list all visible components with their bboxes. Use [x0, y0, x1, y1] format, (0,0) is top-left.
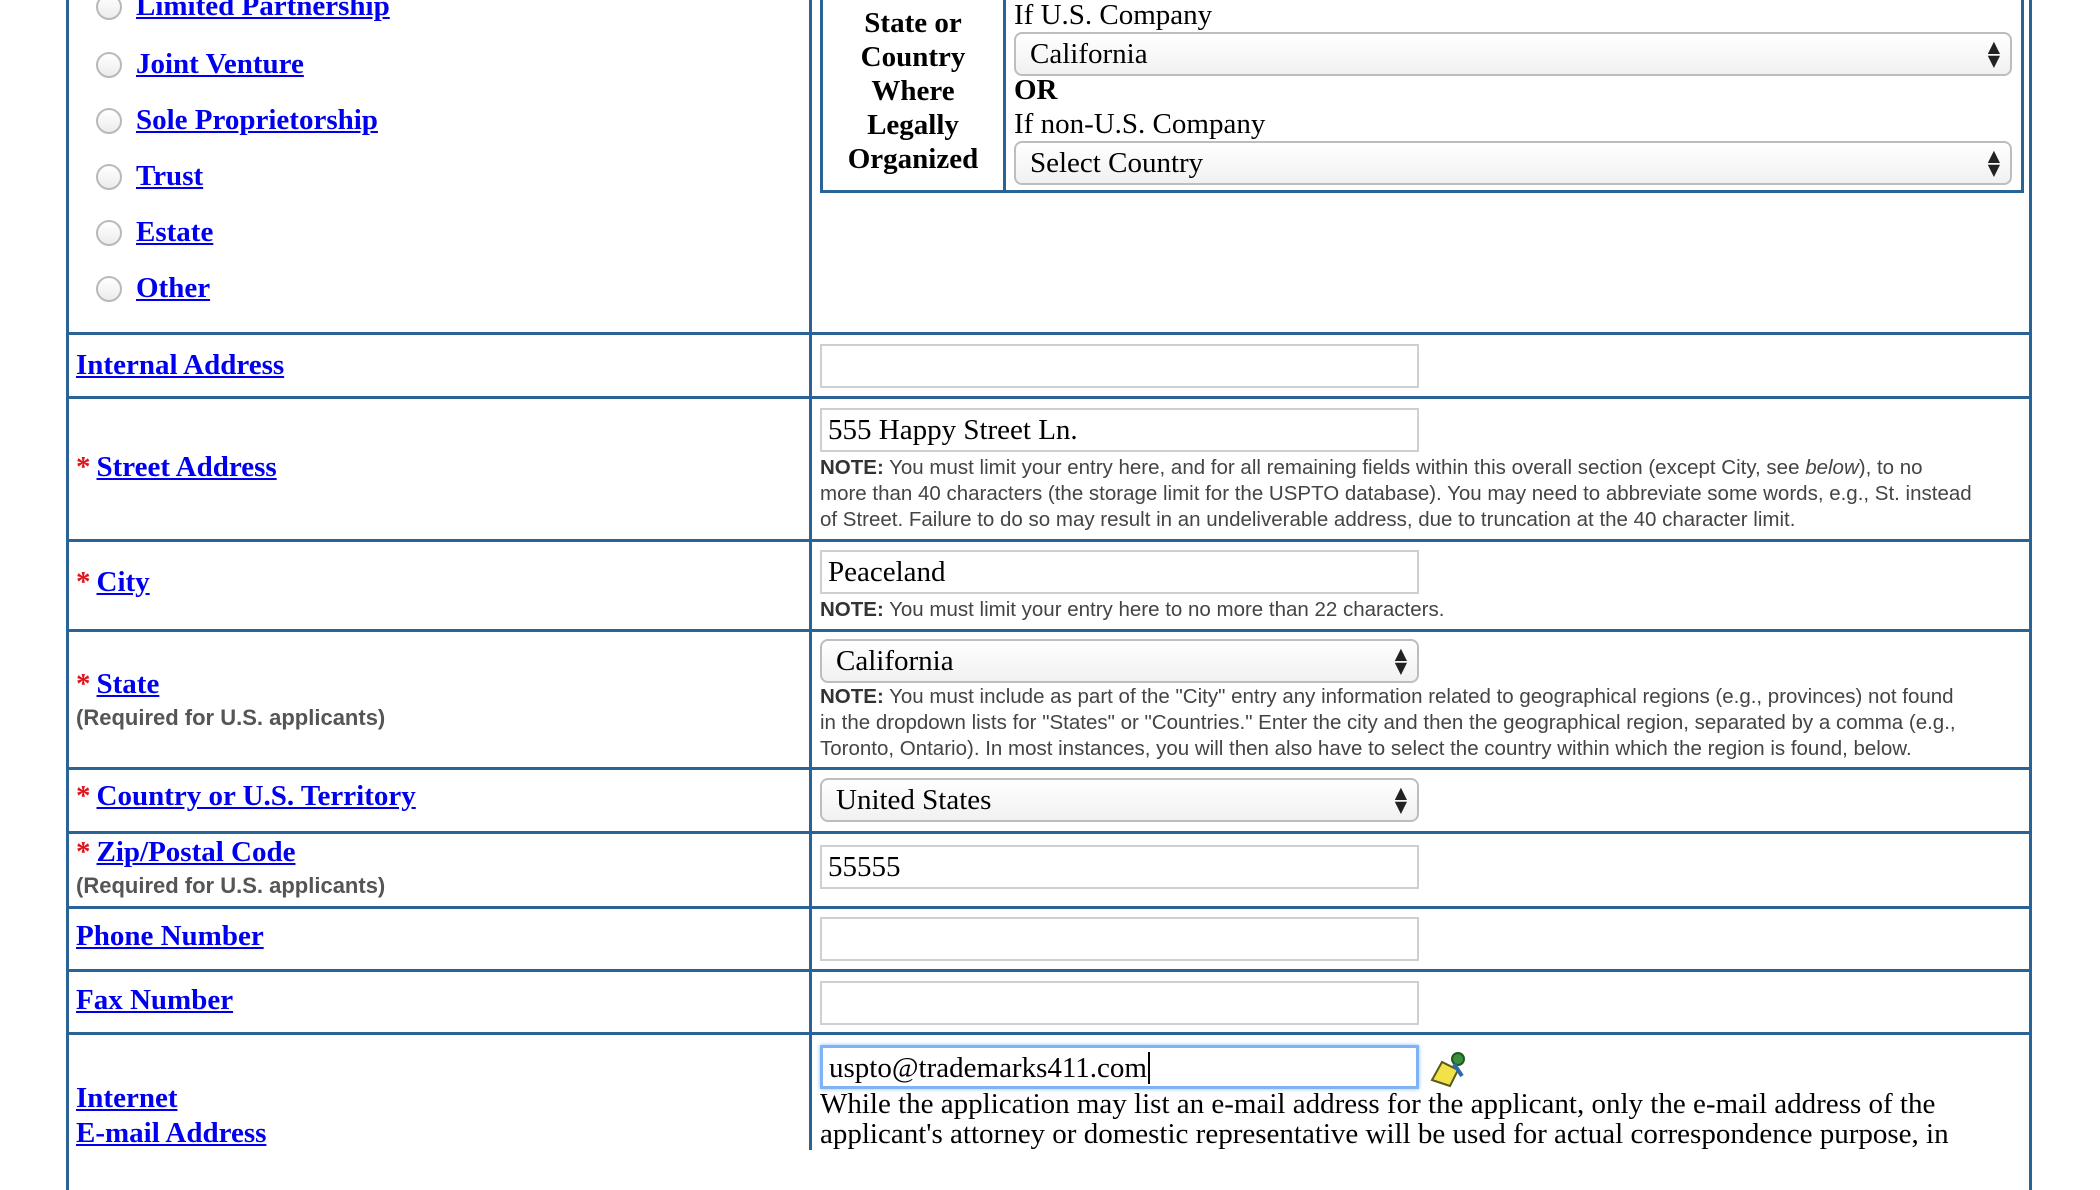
street-address-input[interactable]: 555 Happy Street Ln.: [820, 408, 1419, 452]
link-trust[interactable]: Trust: [136, 160, 203, 193]
note-prefix: NOTE:: [820, 685, 884, 708]
country-select-value: Select Country: [1030, 147, 1204, 179]
row-divider: [66, 629, 2032, 632]
required-marker: *: [76, 451, 91, 483]
country-territory-select[interactable]: United States ▲ ▼: [820, 778, 1419, 822]
country-label[interactable]: Country or U.S. Territory: [97, 780, 416, 812]
note-text: more than 40 characters (the storage lim…: [820, 482, 1972, 505]
required-marker: *: [76, 668, 91, 700]
country-territory-value: United States: [836, 784, 992, 816]
state-label[interactable]: State: [97, 668, 160, 700]
email-help-line: applicant's attorney or domestic represe…: [820, 1118, 1949, 1150]
city-label-group: * City: [76, 566, 150, 599]
state-select-value: California: [836, 645, 954, 677]
note-text: You must include as part of the "City" e…: [883, 685, 1954, 708]
or-label: OR: [1014, 74, 1058, 106]
email-label-line1[interactable]: Internet: [76, 1082, 177, 1114]
select-arrows-icon: ▲ ▼: [1987, 37, 2000, 70]
required-marker: *: [76, 780, 91, 812]
radio-joint-venture[interactable]: [96, 52, 122, 78]
non-us-company-label: If non-U.S. Company: [1014, 108, 1266, 140]
street-address-label-group: * Street Address: [76, 451, 277, 484]
row-divider: [66, 539, 2032, 542]
row-divider: [66, 831, 2032, 834]
radio-other[interactable]: [96, 276, 122, 302]
state-label-group: * State (Required for U.S. applicants): [76, 668, 385, 731]
country-label-group: * Country or U.S. Territory: [76, 780, 416, 813]
us-state-select[interactable]: California ▲ ▼: [1014, 32, 2012, 76]
city-input[interactable]: Peaceland: [820, 550, 1419, 594]
help-wizard-icon[interactable]: [1428, 1050, 1472, 1088]
legal-org-header-line: Organized: [847, 143, 979, 175]
email-help-text: While the application may list an e-mail…: [820, 1089, 2020, 1149]
note-emphasis: below: [1805, 456, 1859, 479]
note-prefix: NOTE:: [820, 598, 884, 621]
state-note: NOTE: You must include as part of the "C…: [820, 684, 2020, 762]
radio-sole-proprietorship[interactable]: [96, 108, 122, 134]
legal-org-header-line: Where: [871, 75, 955, 107]
required-marker: *: [76, 566, 91, 598]
link-joint-venture[interactable]: Joint Venture: [136, 48, 304, 81]
state-select[interactable]: California ▲ ▼: [820, 639, 1419, 683]
zip-required-note: (Required for U.S. applicants): [76, 873, 386, 898]
fax-input[interactable]: [820, 981, 1419, 1025]
email-value: uspto@trademarks411.com: [829, 1052, 1147, 1084]
note-text: You must limit your entry here to no mor…: [883, 598, 1445, 621]
legal-org-header-line: Legally: [867, 109, 959, 141]
select-arrows-icon: ▲ ▼: [1394, 644, 1407, 677]
select-arrows-icon: ▲ ▼: [1987, 146, 2000, 179]
note-text: in the dropdown lists for "States" or "C…: [820, 711, 1956, 734]
street-address-label[interactable]: Street Address: [97, 451, 277, 483]
legal-org-header-line: Country: [860, 41, 966, 73]
note-prefix: NOTE:: [820, 456, 884, 479]
email-input[interactable]: uspto@trademarks411.com: [820, 1045, 1419, 1089]
row-divider: [66, 969, 2032, 972]
city-label[interactable]: City: [97, 566, 150, 598]
us-state-value: California: [1030, 38, 1148, 70]
row-divider: [66, 767, 2032, 770]
note-text: Toronto, Ontario). In most instances, yo…: [820, 737, 1912, 760]
note-text: ), to no: [1858, 456, 1923, 479]
fax-label[interactable]: Fax Number: [76, 984, 233, 1017]
note-text: You must limit your entry here, and for …: [883, 456, 1806, 479]
internal-address-input[interactable]: [820, 344, 1419, 388]
column-divider: [809, 0, 812, 1150]
email-label-line2[interactable]: E-mail Address: [76, 1117, 266, 1149]
link-other[interactable]: Other: [136, 272, 210, 305]
text-cursor: [1147, 1052, 1150, 1084]
state-required-note: (Required for U.S. applicants): [76, 705, 386, 730]
internal-address-label[interactable]: Internal Address: [76, 349, 284, 382]
zip-label-group: * Zip/Postal Code (Required for U.S. appl…: [76, 836, 385, 899]
email-label-group: Internet E-mail Address: [76, 1083, 266, 1153]
street-note: NOTE: You must limit your entry here, an…: [820, 455, 2020, 533]
zip-input[interactable]: 55555: [820, 845, 1419, 889]
select-arrows-icon: ▲ ▼: [1394, 783, 1407, 816]
legal-org-divider: [1003, 0, 1006, 193]
row-divider: [66, 906, 2032, 909]
zip-label[interactable]: Zip/Postal Code: [97, 836, 296, 868]
phone-input[interactable]: [820, 917, 1419, 961]
row-divider: [66, 332, 2032, 335]
link-limited-partnership[interactable]: Limited Partnership: [136, 0, 390, 23]
row-divider: [66, 1032, 2032, 1035]
radio-estate[interactable]: [96, 220, 122, 246]
legal-org-header: State or Country Where Legally Organized: [826, 6, 1000, 176]
link-estate[interactable]: Estate: [136, 216, 213, 249]
row-divider: [66, 396, 2032, 399]
note-text: of Street. Failure to do so may result i…: [820, 508, 1796, 531]
email-help-line: While the application may list an e-mail…: [820, 1088, 1936, 1120]
country-select[interactable]: Select Country ▲ ▼: [1014, 141, 2012, 185]
required-marker: *: [76, 836, 91, 868]
legal-org-header-line: State or: [864, 7, 962, 39]
us-company-label: If U.S. Company: [1014, 0, 1213, 31]
link-sole-proprietorship[interactable]: Sole Proprietorship: [136, 104, 378, 137]
phone-label[interactable]: Phone Number: [76, 920, 264, 953]
radio-trust[interactable]: [96, 164, 122, 190]
city-note: NOTE: You must limit your entry here to …: [820, 597, 2020, 623]
